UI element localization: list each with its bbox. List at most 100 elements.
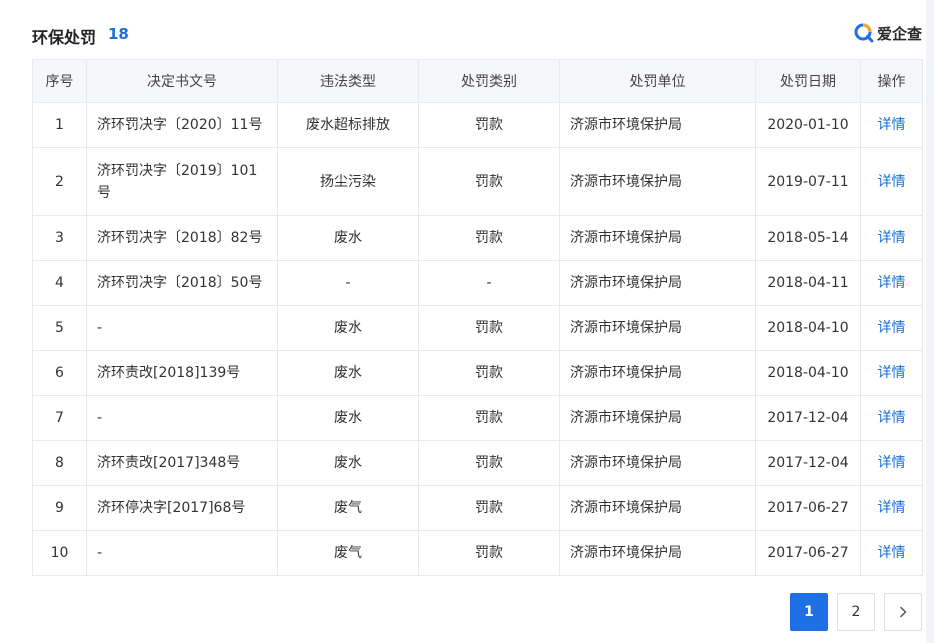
record-count: 18 (108, 25, 129, 43)
cell-doc: 济环责改[2017]348号 (86, 440, 278, 486)
cell-doc: 济环停决字[2017]68号 (86, 485, 278, 531)
table-row: 9 济环停决字[2017]68号 废气 罚款 济源市环境保护局 2017-06-… (32, 485, 923, 531)
cell-doc: 济环罚决字〔2020〕11号 (86, 102, 278, 148)
cell-date: 2018-04-11 (755, 260, 861, 306)
table-header-row: 序号 决定书文号 违法类型 处罚类别 处罚单位 处罚日期 操作 (32, 59, 923, 103)
cell-unit: 济源市环境保护局 (559, 485, 756, 531)
cell-unit: 济源市环境保护局 (559, 440, 756, 486)
cell-doc: 济环罚决字〔2019〕101号 (86, 147, 278, 216)
next-page-button[interactable] (884, 593, 922, 631)
cell-date: 2020-01-10 (755, 102, 861, 148)
table-row: 10 - 废气 罚款 济源市环境保护局 2017-06-27 详情 (32, 530, 923, 576)
cell-type: 扬尘污染 (277, 147, 419, 216)
column-header-date: 处罚日期 (755, 59, 861, 103)
cell-category: 罚款 (418, 350, 560, 396)
cell-category: 罚款 (418, 395, 560, 441)
cell-no: 10 (32, 530, 87, 576)
cell-category: 罚款 (418, 440, 560, 486)
cell-type: 废气 (277, 485, 419, 531)
cell-type: 废水 (277, 440, 419, 486)
cell-type: 废水超标排放 (277, 102, 419, 148)
cell-no: 3 (32, 215, 87, 261)
page-button-1[interactable]: 1 (790, 593, 828, 631)
cell-type: 废水 (277, 305, 419, 351)
section-header: 环保处罚 18 爱企查 (32, 18, 922, 52)
detail-link[interactable]: 详情 (878, 230, 906, 246)
table-row: 4 济环罚决字〔2018〕50号 - - 济源市环境保护局 2018-04-11… (32, 260, 923, 306)
column-header-doc: 决定书文号 (86, 59, 278, 103)
column-header-type: 违法类型 (277, 59, 419, 103)
cell-category: 罚款 (418, 147, 560, 216)
cell-no: 6 (32, 350, 87, 396)
cell-category: 罚款 (418, 485, 560, 531)
cell-no: 8 (32, 440, 87, 486)
page-side-strip (926, 0, 934, 643)
cell-unit: 济源市环境保护局 (559, 215, 756, 261)
chevron-right-icon (900, 606, 907, 618)
cell-type: 废气 (277, 530, 419, 576)
cell-unit: 济源市环境保护局 (559, 147, 756, 216)
cell-type: - (277, 260, 419, 306)
cell-category: 罚款 (418, 102, 560, 148)
cell-no: 2 (32, 147, 87, 216)
cell-doc: 济环责改[2018]139号 (86, 350, 278, 396)
cell-date: 2017-12-04 (755, 395, 861, 441)
table-row: 3 济环罚决字〔2018〕82号 废水 罚款 济源市环境保护局 2018-05-… (32, 215, 923, 261)
cell-unit: 济源市环境保护局 (559, 260, 756, 306)
cell-category: 罚款 (418, 530, 560, 576)
cell-doc: 济环罚决字〔2018〕50号 (86, 260, 278, 306)
cell-type: 废水 (277, 395, 419, 441)
brand-search-icon (854, 23, 874, 43)
brand-name: 爱企查 (876, 24, 922, 43)
detail-link[interactable]: 详情 (878, 410, 906, 426)
cell-unit: 济源市环境保护局 (559, 350, 756, 396)
cell-date: 2017-06-27 (755, 485, 861, 531)
cell-unit: 济源市环境保护局 (559, 102, 756, 148)
cell-doc: - (86, 395, 278, 441)
cell-unit: 济源市环境保护局 (559, 395, 756, 441)
cell-date: 2019-07-11 (755, 147, 861, 216)
cell-type: 废水 (277, 350, 419, 396)
table-row: 1 济环罚决字〔2020〕11号 废水超标排放 罚款 济源市环境保护局 2020… (32, 102, 923, 148)
detail-link[interactable]: 详情 (878, 500, 906, 516)
cell-category: 罚款 (418, 215, 560, 261)
detail-link[interactable]: 详情 (878, 174, 906, 190)
cell-date: 2018-05-14 (755, 215, 861, 261)
cell-date: 2018-04-10 (755, 350, 861, 396)
cell-type: 废水 (277, 215, 419, 261)
table-row: 6 济环责改[2018]139号 废水 罚款 济源市环境保护局 2018-04-… (32, 350, 923, 396)
table-row: 2 济环罚决字〔2019〕101号 扬尘污染 罚款 济源市环境保护局 2019-… (32, 147, 923, 216)
brand-logo: 爱企查 (854, 20, 922, 46)
detail-link[interactable]: 详情 (878, 117, 906, 133)
detail-link[interactable]: 详情 (878, 320, 906, 336)
cell-no: 1 (32, 102, 87, 148)
detail-link[interactable]: 详情 (878, 545, 906, 561)
section-title: 环保处罚 (32, 28, 97, 47)
column-header-unit: 处罚单位 (559, 59, 756, 103)
table-row: 7 - 废水 罚款 济源市环境保护局 2017-12-04 详情 (32, 395, 923, 441)
cell-unit: 济源市环境保护局 (559, 530, 756, 576)
cell-no: 7 (32, 395, 87, 441)
column-header-no: 序号 (32, 59, 87, 103)
cell-no: 5 (32, 305, 87, 351)
cell-date: 2017-06-27 (755, 530, 861, 576)
column-header-category: 处罚类别 (418, 59, 560, 103)
table-row: 5 - 废水 罚款 济源市环境保护局 2018-04-10 详情 (32, 305, 923, 351)
cell-category: 罚款 (418, 305, 560, 351)
cell-date: 2017-12-04 (755, 440, 861, 486)
column-header-action: 操作 (860, 59, 923, 103)
pagination: 1 2 (790, 593, 922, 631)
cell-no: 9 (32, 485, 87, 531)
detail-link[interactable]: 详情 (878, 455, 906, 471)
cell-doc: 济环罚决字〔2018〕82号 (86, 215, 278, 261)
cell-doc: - (86, 530, 278, 576)
cell-doc: - (86, 305, 278, 351)
cell-date: 2018-04-10 (755, 305, 861, 351)
detail-link[interactable]: 详情 (878, 275, 906, 291)
page-button-2[interactable]: 2 (837, 593, 875, 631)
cell-unit: 济源市环境保护局 (559, 305, 756, 351)
cell-category: - (418, 260, 560, 306)
cell-no: 4 (32, 260, 87, 306)
detail-link[interactable]: 详情 (878, 365, 906, 381)
penalty-table: 序号 决定书文号 违法类型 处罚类别 处罚单位 处罚日期 操作 1 济环罚决字〔… (32, 59, 923, 576)
